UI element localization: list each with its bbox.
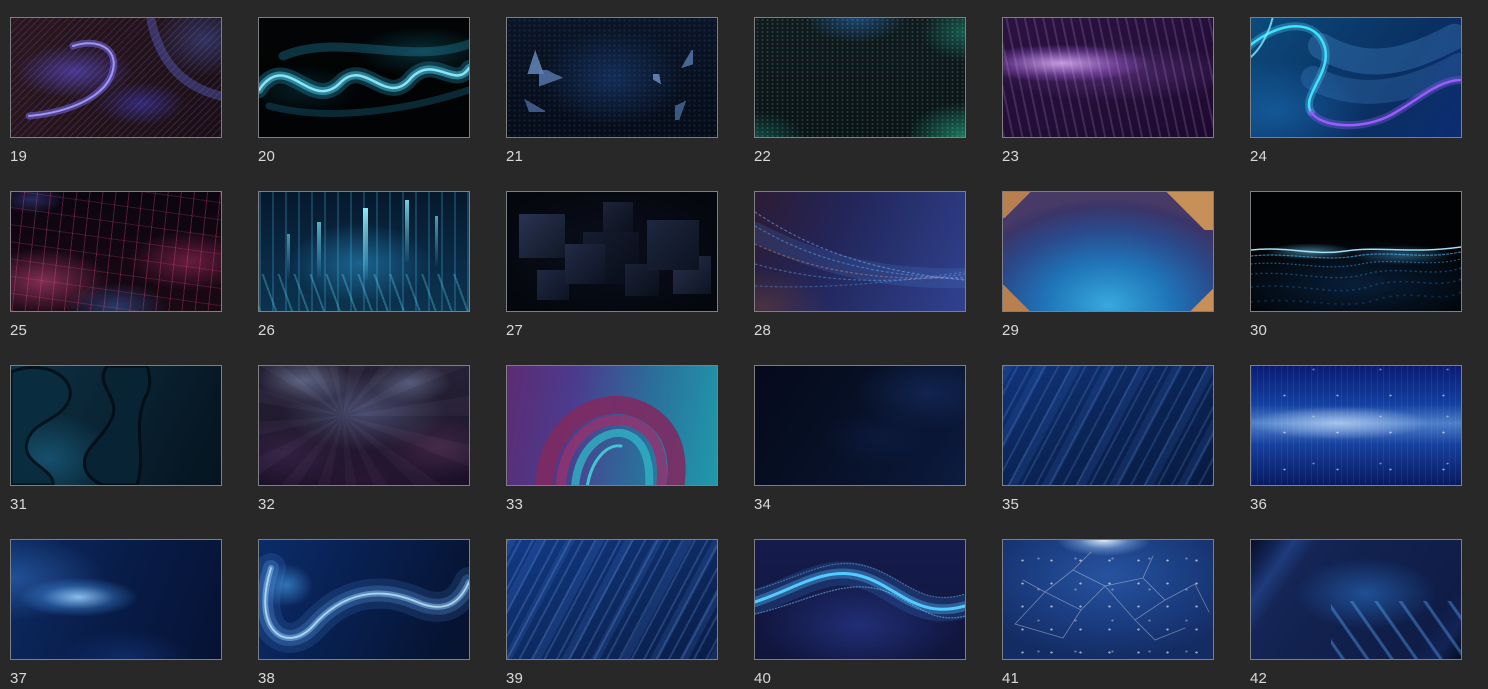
- thumbnail-label: 35: [1002, 496, 1020, 513]
- thumbnail-label: 19: [10, 148, 28, 165]
- gallery-item: 42: [1250, 539, 1462, 689]
- page: { "page": { "background": "#282828", "th…: [0, 0, 1488, 687]
- thumbnail-label: 36: [1250, 496, 1268, 513]
- thumbnail-27[interactable]: [506, 191, 718, 312]
- thumbnail-25[interactable]: [10, 191, 222, 312]
- cyan-particle-wave-black-art: [259, 39, 469, 117]
- thumbnail-40[interactable]: [754, 539, 966, 660]
- thumbnail-42[interactable]: [1250, 539, 1462, 660]
- thumbnail-label: 27: [506, 322, 524, 339]
- thumbnail-37[interactable]: [10, 539, 222, 660]
- neon-ribbon-blue-purple-art: [1251, 18, 1461, 130]
- thumbnail-label: 37: [10, 670, 28, 687]
- thumbnail-label: 20: [258, 148, 276, 165]
- gallery-item: 37: [10, 539, 222, 689]
- gallery-item: 34: [754, 365, 966, 515]
- thumbnail-31[interactable]: [10, 365, 222, 486]
- gallery-item: 23: [1002, 17, 1214, 167]
- gallery-item: 26: [258, 191, 470, 341]
- indigo-dotted-fan-wave-art: [755, 211, 965, 289]
- gallery-item: 29: [1002, 191, 1214, 341]
- thumbnail-20[interactable]: [258, 17, 470, 138]
- thumbnail-26[interactable]: [258, 191, 470, 312]
- gallery-item: 25: [10, 191, 222, 341]
- gallery-item: 41: [1002, 539, 1214, 689]
- thumbnail-label: 38: [258, 670, 276, 687]
- gallery-item: 19: [10, 17, 222, 167]
- wave-lines-purple-maroon-art: [25, 18, 221, 120]
- thumbnail-30[interactable]: [1250, 191, 1462, 312]
- purple-teal-arch-art: [536, 395, 686, 485]
- thumbnail-35[interactable]: [1002, 365, 1214, 486]
- thumbnail-21[interactable]: [506, 17, 718, 138]
- thumbnail-label: 42: [1250, 670, 1268, 687]
- thumbnail-22[interactable]: [754, 17, 966, 138]
- thumbnail-label: 25: [10, 322, 28, 339]
- thumbnail-label: 41: [1002, 670, 1020, 687]
- teal-papercut-waves-art: [11, 366, 152, 485]
- thumbnail-label: 21: [506, 148, 524, 165]
- thumbnail-label: 31: [10, 496, 28, 513]
- thumbnail-36[interactable]: [1250, 365, 1462, 486]
- gallery-item: 39: [506, 539, 718, 689]
- thumbnail-label: 24: [1250, 148, 1268, 165]
- thumbnail-29[interactable]: [1002, 191, 1214, 312]
- gallery-item: 36: [1250, 365, 1462, 515]
- gallery-item: 24: [1250, 17, 1462, 167]
- thumbnail-label: 34: [754, 496, 772, 513]
- thumbnail-label: 30: [1250, 322, 1268, 339]
- thumbnail-24[interactable]: [1250, 17, 1462, 138]
- thumbnail-33[interactable]: [506, 365, 718, 486]
- thumbnail-label: 23: [1002, 148, 1020, 165]
- gallery-item: 21: [506, 17, 718, 167]
- gallery-item: 40: [754, 539, 966, 689]
- thumbnail-label: 26: [258, 322, 276, 339]
- thumbnail-32[interactable]: [258, 365, 470, 486]
- thumbnail-39[interactable]: [506, 539, 718, 660]
- gallery-item: 31: [10, 365, 222, 515]
- gallery-item: 33: [506, 365, 718, 515]
- gallery-item: 20: [258, 17, 470, 167]
- thumbnail-28[interactable]: [754, 191, 966, 312]
- thumbnail-41[interactable]: [1002, 539, 1214, 660]
- thumbnail-label: 33: [506, 496, 524, 513]
- thumbnail-19[interactable]: [10, 17, 222, 138]
- thumbnail-34[interactable]: [754, 365, 966, 486]
- thumbnail-23[interactable]: [1002, 17, 1214, 138]
- thumbnail-38[interactable]: [258, 539, 470, 660]
- thumbnail-grid: 19 20 21 22 23 24 25 26 27 28 29 30 31 32 33 34 35 36 37 38…: [0, 0, 1488, 689]
- plexus-network-glow-art: [1014, 551, 1210, 641]
- gallery-item: 38: [258, 539, 470, 689]
- gallery-item: 22: [754, 17, 966, 167]
- gallery-item: 27: [506, 191, 718, 341]
- thumbnail-label: 29: [1002, 322, 1020, 339]
- gallery-item: 35: [1002, 365, 1214, 515]
- thumbnail-label: 28: [754, 322, 772, 339]
- gallery-item: 30: [1250, 191, 1462, 341]
- thumbnail-label: 39: [506, 670, 524, 687]
- blue-wireframe-wave-art: [259, 553, 469, 653]
- thumbnail-label: 40: [754, 670, 772, 687]
- cyan-particle-wave-indigo-art: [755, 561, 965, 622]
- thumbnail-label: 22: [754, 148, 772, 165]
- gallery-item: 28: [754, 191, 966, 341]
- thumbnail-label: 32: [258, 496, 276, 513]
- gallery-item: 32: [258, 365, 470, 515]
- particle-terrain-horizon-art: [1251, 246, 1461, 306]
